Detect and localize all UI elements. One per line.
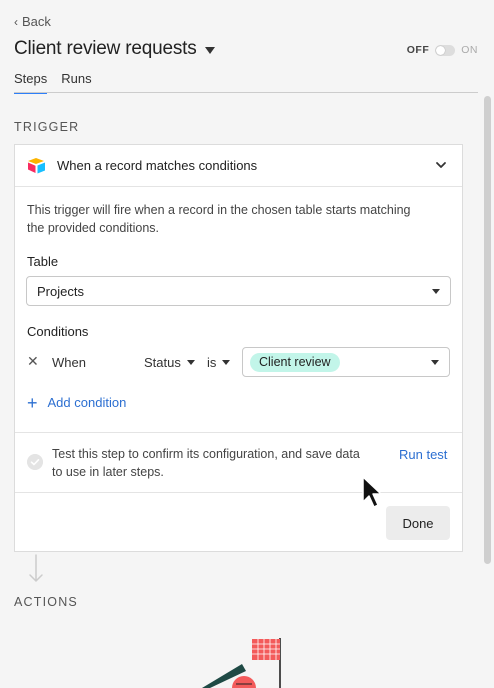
divider	[15, 432, 462, 433]
table-label: Table	[27, 254, 59, 269]
airtable-logo-icon	[28, 157, 45, 173]
done-button[interactable]: Done	[386, 506, 450, 540]
condition-operator-label: is	[207, 355, 217, 370]
divider	[15, 492, 462, 493]
tab-runs[interactable]: Runs	[61, 71, 91, 94]
condition-row: ✕ When Status is Client review	[15, 347, 462, 377]
trigger-card-header[interactable]: When a record matches conditions	[15, 145, 462, 187]
trigger-card: When a record matches conditions This tr…	[14, 144, 463, 552]
add-condition-button[interactable]: + Add condition	[27, 392, 127, 413]
test-step-description: Test this step to confirm its configurat…	[52, 447, 360, 479]
scrollbar[interactable]	[483, 96, 492, 688]
caret-down-icon	[431, 360, 439, 365]
tab-bar: Steps Runs	[14, 71, 92, 94]
table-select[interactable]: Projects	[26, 276, 451, 306]
title-row: Client review requests	[14, 38, 215, 60]
tab-steps[interactable]: Steps	[14, 71, 48, 94]
plus-icon: +	[27, 392, 38, 413]
header: ‹ Back Client review requests OFF ON Ste…	[0, 0, 494, 96]
condition-field-select[interactable]: Status	[144, 355, 195, 370]
title-dropdown-icon[interactable]	[204, 46, 215, 54]
caret-down-icon	[432, 289, 440, 294]
condition-operator-select[interactable]: is	[207, 355, 231, 370]
caret-down-icon	[186, 360, 195, 365]
trigger-section-label: TRIGGER	[14, 120, 80, 134]
chevron-down-icon[interactable]	[434, 158, 448, 172]
remove-condition-icon[interactable]: ✕	[27, 353, 39, 370]
trigger-description: This trigger will fire when a record in …	[27, 203, 411, 235]
empty-state-illustration	[202, 638, 281, 688]
automation-toggle: OFF ON	[407, 44, 478, 56]
scrollbar-thumb[interactable]	[484, 96, 491, 564]
page-title: Client review requests	[14, 38, 197, 59]
actions-section-label: ACTIONS	[14, 595, 78, 609]
table-select-value: Projects	[37, 283, 84, 299]
add-condition-label: Add condition	[47, 395, 127, 410]
back-button[interactable]: ‹ Back	[14, 14, 51, 29]
toggle-knob	[436, 45, 446, 55]
condition-prefix: When	[52, 355, 86, 370]
caret-down-icon	[222, 360, 231, 365]
mouse-cursor-icon	[362, 476, 382, 508]
conditions-label: Conditions	[27, 324, 89, 339]
check-circle-icon	[27, 454, 43, 470]
arrow-down-icon	[29, 554, 43, 582]
condition-field-label: Status	[144, 355, 181, 370]
run-test-button[interactable]: Run test	[399, 447, 447, 462]
status-pill: Client review	[250, 353, 340, 372]
trigger-card-title: When a record matches conditions	[57, 158, 258, 173]
tabs-divider	[14, 92, 478, 93]
chevron-left-icon: ‹	[14, 14, 18, 29]
toggle-off-label: OFF	[406, 44, 430, 56]
toggle-switch[interactable]	[435, 44, 456, 56]
toggle-on-label: ON	[461, 44, 478, 56]
back-label: Back	[22, 14, 51, 29]
condition-value-select[interactable]: Client review	[242, 347, 450, 377]
